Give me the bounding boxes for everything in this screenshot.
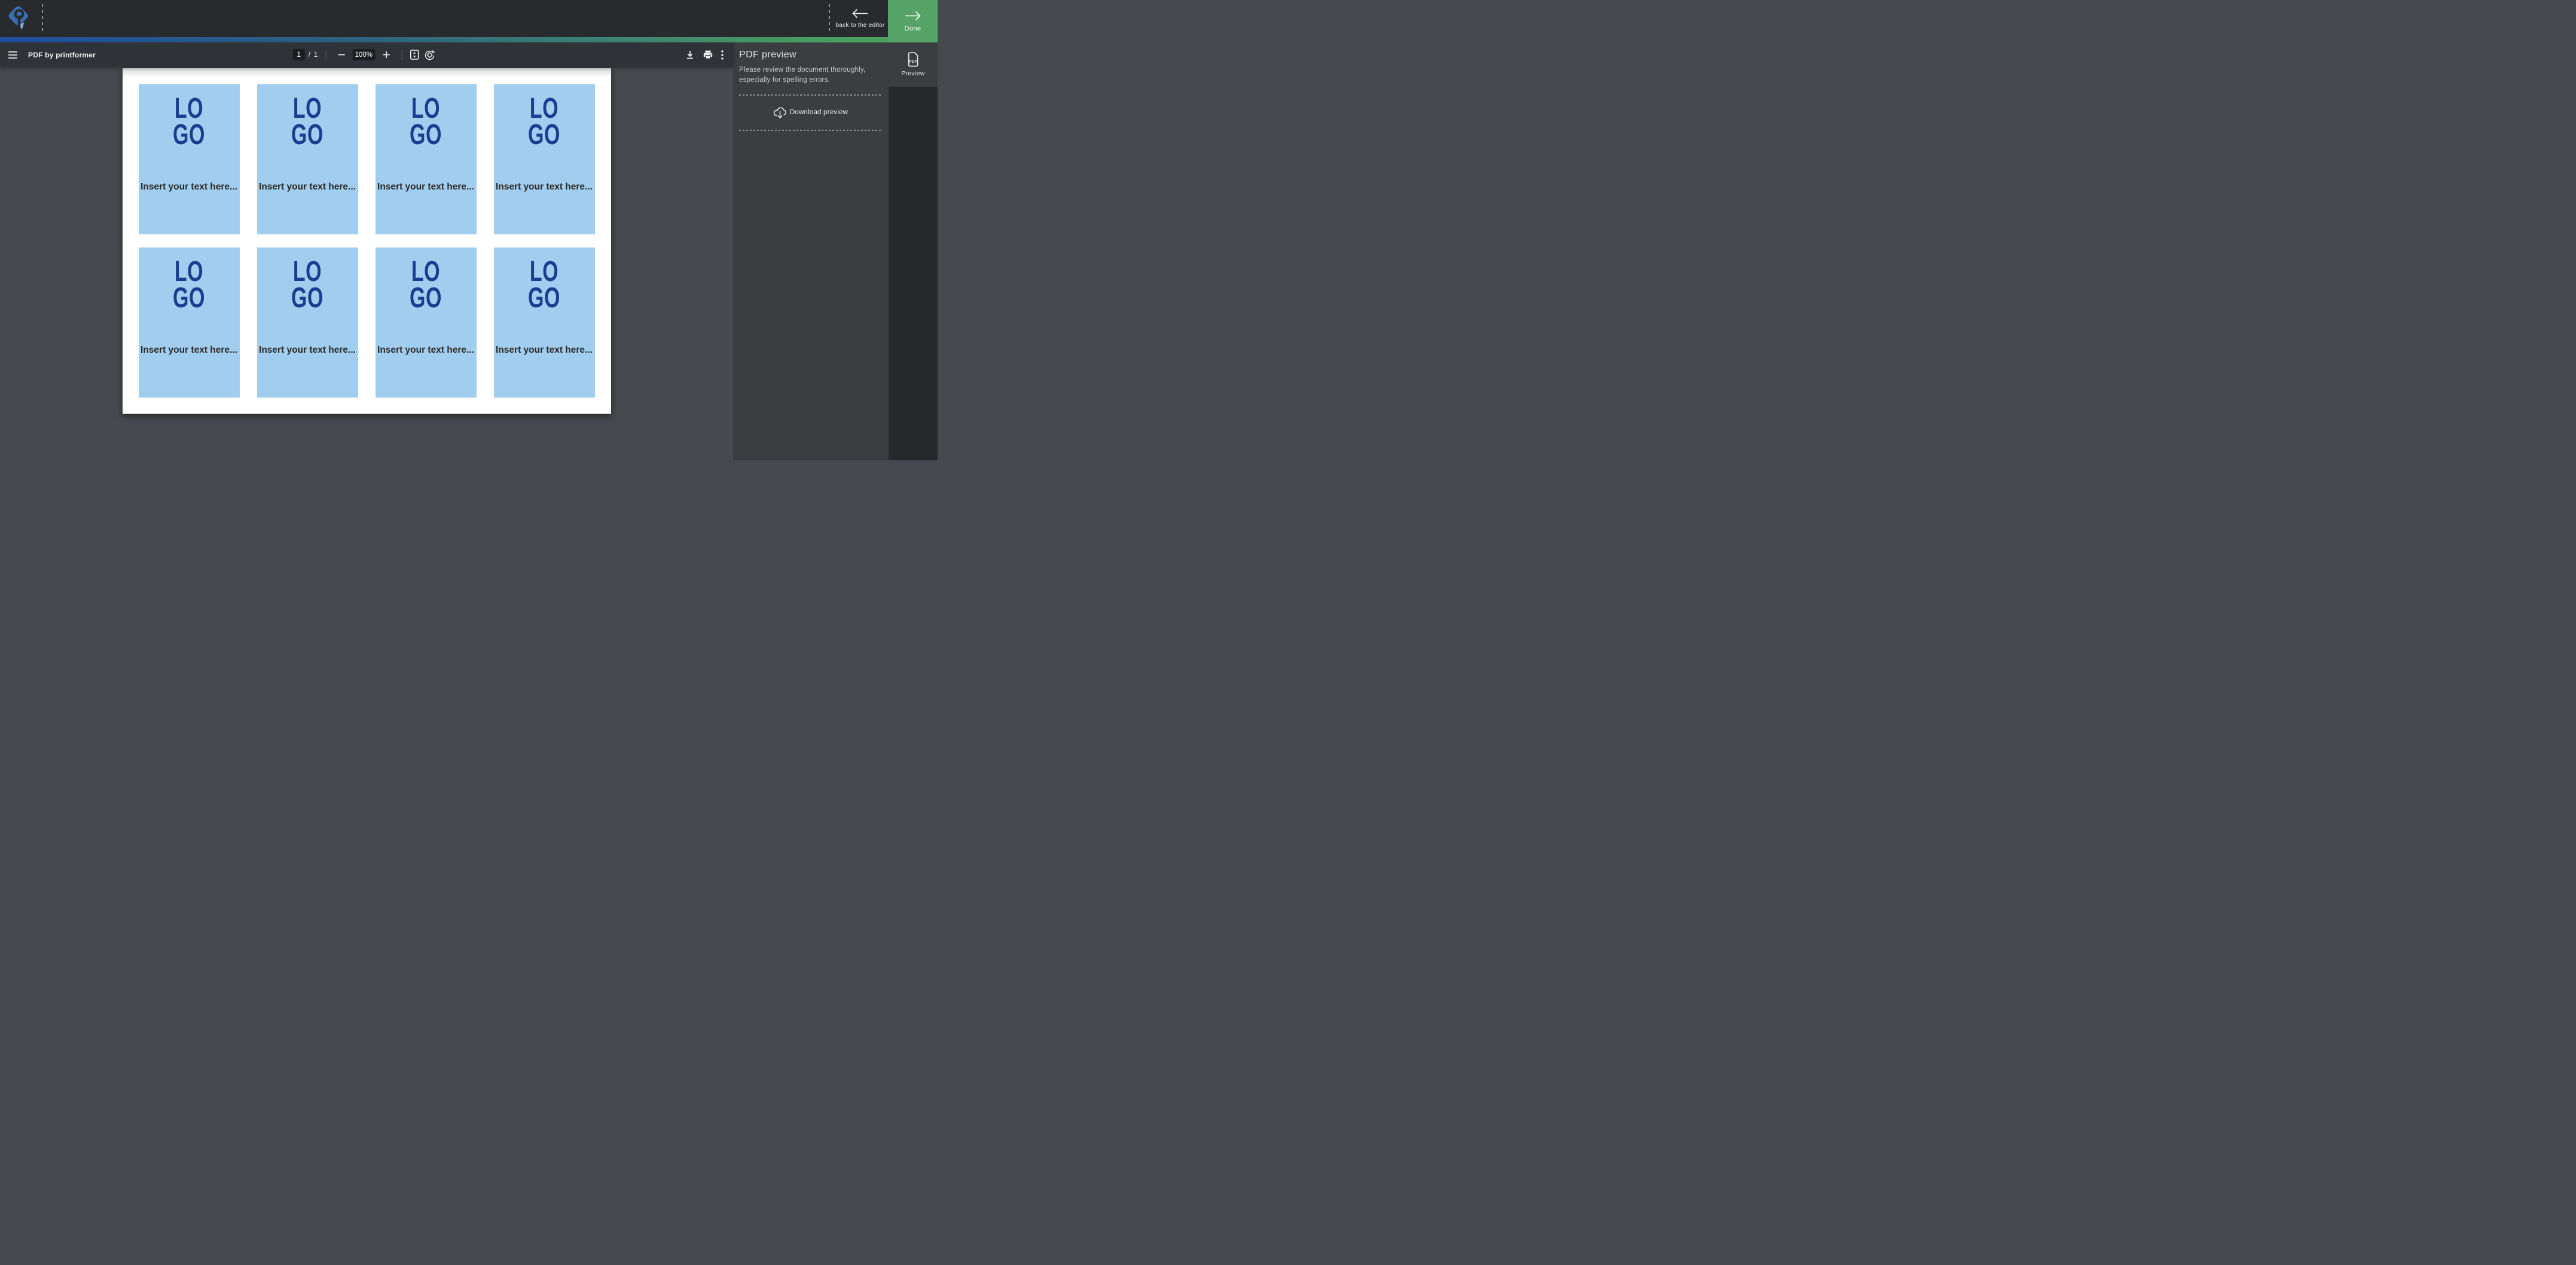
- topbar-divider: [42, 4, 43, 33]
- page-number-input[interactable]: 1: [293, 49, 305, 60]
- label-card: LOGO Insert your text here...: [257, 248, 358, 398]
- toolbar-separator: [401, 50, 402, 60]
- download-icon[interactable]: [685, 50, 695, 60]
- label-card: LOGO Insert your text here...: [494, 248, 595, 398]
- dashed-divider: [739, 130, 881, 131]
- card-placeholder-text: Insert your text here...: [257, 181, 358, 193]
- fit-to-page-icon[interactable]: [410, 50, 419, 60]
- card-placeholder-text: Insert your text here...: [257, 344, 358, 356]
- topbar-divider: [829, 4, 830, 33]
- card-placeholder-text: Insert your text here...: [376, 344, 477, 356]
- done-button[interactable]: Done: [888, 0, 938, 42]
- pdf-page: LOGO Insert your text here... LOGO Inser…: [123, 68, 611, 414]
- back-to-editor-button[interactable]: back to the editor: [832, 0, 888, 37]
- label-card: LOGO Insert your text here...: [376, 248, 477, 398]
- card-logo-text: LOGO: [257, 96, 358, 148]
- arrow-left-icon: [852, 8, 868, 19]
- page-separator: /: [309, 51, 310, 59]
- card-logo-text: LOGO: [494, 259, 595, 311]
- arrow-right-icon: [905, 11, 921, 21]
- pdf-viewer-toolbar: PDF by printformer 1 / 1 100%: [0, 42, 733, 67]
- back-to-editor-label: back to the editor: [835, 22, 884, 29]
- top-app-bar: back to the editor: [0, 0, 888, 37]
- preview-tab-label: Preview: [901, 70, 924, 77]
- label-card: LOGO Insert your text here...: [139, 248, 240, 398]
- label-card: LOGO Insert your text here...: [376, 84, 477, 234]
- pdf-viewport: LOGO Insert your text here... LOGO Inser…: [0, 67, 733, 460]
- label-card: LOGO Insert your text here...: [139, 84, 240, 234]
- zoom-in-icon[interactable]: [382, 51, 390, 59]
- card-placeholder-text: Insert your text here...: [139, 181, 240, 193]
- card-placeholder-text: Insert your text here...: [494, 181, 595, 193]
- right-rail: PDF Preview: [889, 42, 938, 460]
- card-logo-text: LOGO: [257, 259, 358, 311]
- card-logo-text: LOGO: [139, 259, 240, 311]
- hamburger-icon[interactable]: [8, 51, 17, 59]
- zoom-level-input[interactable]: 100%: [352, 49, 375, 60]
- zoom-out-icon[interactable]: [337, 51, 345, 59]
- card-placeholder-text: Insert your text here...: [376, 181, 477, 193]
- more-options-icon[interactable]: [721, 50, 724, 60]
- card-logo-text: LOGO: [376, 259, 477, 311]
- rotate-ccw-icon[interactable]: [424, 50, 435, 60]
- download-preview-label: Download preview: [790, 109, 848, 116]
- cloud-download-icon: [773, 106, 788, 119]
- panel-title: PDF preview: [739, 50, 881, 60]
- card-logo-text: LOGO: [376, 96, 477, 148]
- page-total: 1: [314, 51, 318, 59]
- card-logo-text: LOGO: [494, 96, 595, 148]
- pdf-file-icon: PDF: [907, 52, 919, 67]
- svg-text:PDF: PDF: [909, 60, 917, 64]
- printer-icon[interactable]: [703, 50, 713, 59]
- printformer-logo-icon: [8, 5, 32, 33]
- progress-bar: [0, 37, 888, 42]
- card-logo-text: LOGO: [139, 96, 240, 148]
- card-placeholder-text: Insert your text here...: [139, 344, 240, 356]
- download-preview-button[interactable]: Download preview: [739, 96, 881, 130]
- pdf-preview-panel: PDF preview Please review the document t…: [733, 42, 889, 460]
- toolbar-separator: [325, 50, 326, 60]
- tab-preview[interactable]: PDF Preview: [889, 42, 938, 87]
- card-placeholder-text: Insert your text here...: [494, 344, 595, 356]
- label-card: LOGO Insert your text here...: [494, 84, 595, 234]
- label-card: LOGO Insert your text here...: [257, 84, 358, 234]
- document-title: PDF by printformer: [28, 51, 96, 59]
- panel-description: Please review the document thoroughly, e…: [739, 65, 879, 86]
- done-label: Done: [905, 25, 921, 32]
